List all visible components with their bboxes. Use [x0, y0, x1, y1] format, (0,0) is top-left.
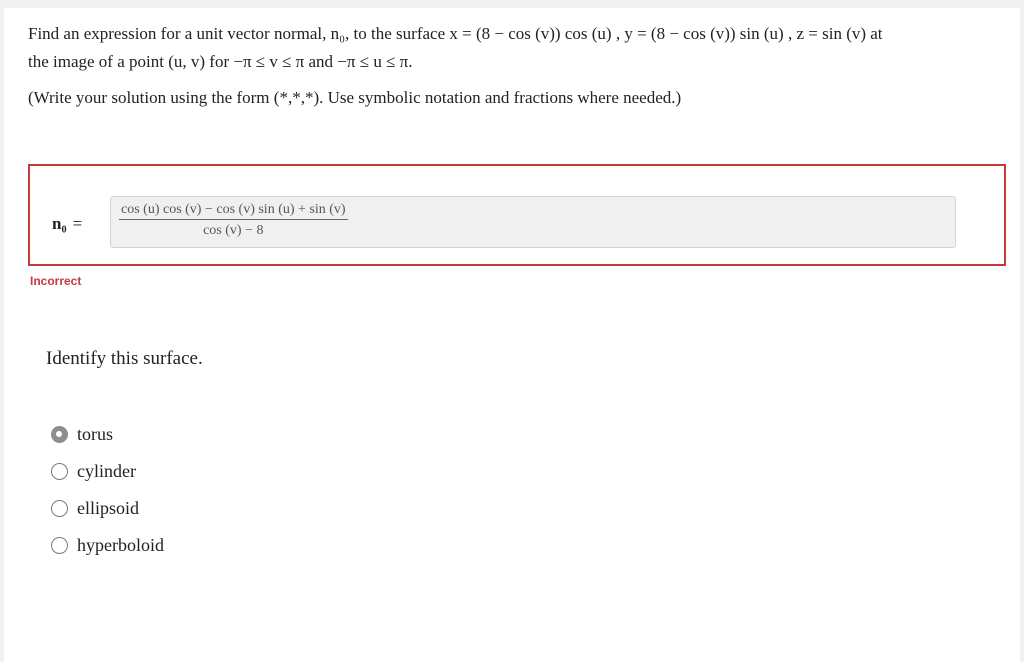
answer-box: n₀ = cos (u) cos (v) − cos (v) sin (u) + …	[28, 164, 1006, 266]
answer-label: n₀ =	[52, 214, 82, 234]
surface-question: Identify this surface.	[46, 348, 203, 369]
option-label-torus: torus	[77, 424, 113, 444]
fraction-numerator: cos (u) cos (v) − cos (v) sin (u) + sin …	[119, 202, 348, 220]
question-line-2: the image of a point (u, v) for −π ≤ v ≤…	[28, 52, 413, 71]
incorrect-status: Incorrect	[30, 274, 82, 288]
radio-ellipsoid[interactable]	[51, 500, 68, 517]
option-cylinder[interactable]: cylinder	[51, 453, 164, 490]
option-label-cylinder: cylinder	[77, 461, 136, 481]
option-torus[interactable]: torus	[51, 416, 164, 453]
fraction-denominator: cos (v) − 8	[203, 223, 264, 238]
page: Find an expression for a unit vector nor…	[4, 8, 1020, 662]
radio-torus[interactable]	[51, 426, 68, 443]
surface-options: torus cylinder ellipsoid hyperboloid	[51, 416, 164, 564]
answer-input[interactable]: cos (u) cos (v) − cos (v) sin (u) + sin …	[110, 196, 956, 248]
option-label-ellipsoid: ellipsoid	[77, 498, 139, 518]
option-label-hyperboloid: hyperboloid	[77, 535, 164, 555]
option-hyperboloid[interactable]: hyperboloid	[51, 527, 164, 564]
instructions: (Write your solution using the form (*,*…	[28, 88, 682, 107]
question-text: Find an expression for a unit vector nor…	[28, 20, 1013, 76]
option-ellipsoid[interactable]: ellipsoid	[51, 490, 164, 527]
question-line-1: Find an expression for a unit vector nor…	[28, 24, 883, 43]
radio-cylinder[interactable]	[51, 463, 68, 480]
radio-hyperboloid[interactable]	[51, 537, 68, 554]
equals-sign: =	[72, 214, 83, 233]
answer-variable: n₀	[52, 214, 67, 233]
answer-fraction: cos (u) cos (v) − cos (v) sin (u) + sin …	[119, 202, 348, 239]
